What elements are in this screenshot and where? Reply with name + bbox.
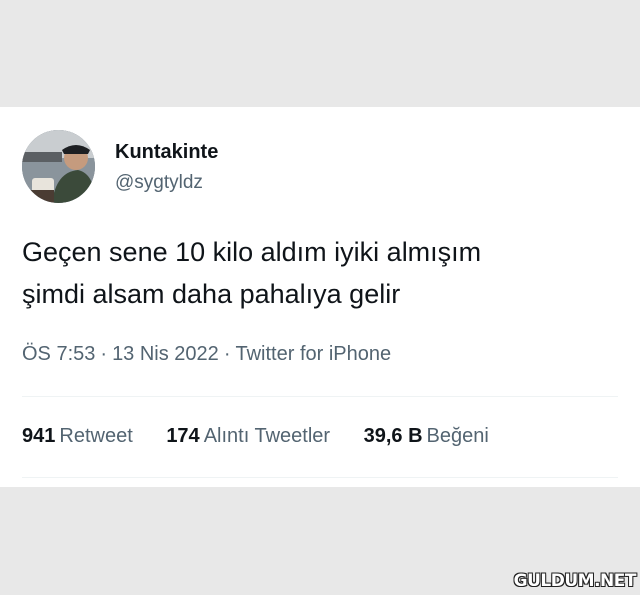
divider [22,477,618,478]
avatar[interactable] [22,130,95,203]
retweets-count: 941 [22,425,56,447]
tweet-meta: ÖS 7:53 · 13 Nis 2022 · Twitter for iPhone [22,343,391,366]
retweets-stat[interactable]: 941 Retweet [22,425,133,448]
tweet-time[interactable]: ÖS 7:53 [22,343,95,365]
tweet-text-line: şimdi alsam daha pahalıya gelir [22,279,401,309]
divider [22,396,618,397]
tweet-source[interactable]: Twitter for iPhone [235,343,391,365]
avatar-image [22,130,95,203]
tweet-card: Kuntakinte @sygtyldz Geçen sene 10 kilo … [0,107,640,487]
author-handle[interactable]: @sygtyldz [115,172,203,194]
watermark: GULDUM.NET [513,571,637,591]
quotes-count: 174 [166,425,200,447]
meta-separator: · [223,343,231,365]
tweet-text-line: Geçen sene 10 kilo aldım iyiki almışım [22,237,482,267]
quotes-stat[interactable]: 174 Alıntı Tweetler [166,425,330,448]
author-name[interactable]: Kuntakinte [115,141,218,164]
likes-stat[interactable]: 39,6 B Beğeni [364,425,489,448]
likes-label: Beğeni [426,425,489,447]
meta-separator: · [100,343,108,365]
retweets-label: Retweet [59,425,133,447]
tweet-date[interactable]: 13 Nis 2022 [112,343,219,365]
quotes-label: Alıntı Tweetler [203,425,331,447]
tweet-stats: 941 Retweet 174 Alıntı Tweetler 39,6 B Beğe… [22,425,517,448]
tweet-text: Geçen sene 10 kilo aldım iyiki almışım ş… [22,231,622,315]
likes-count: 39,6 B [363,425,423,447]
